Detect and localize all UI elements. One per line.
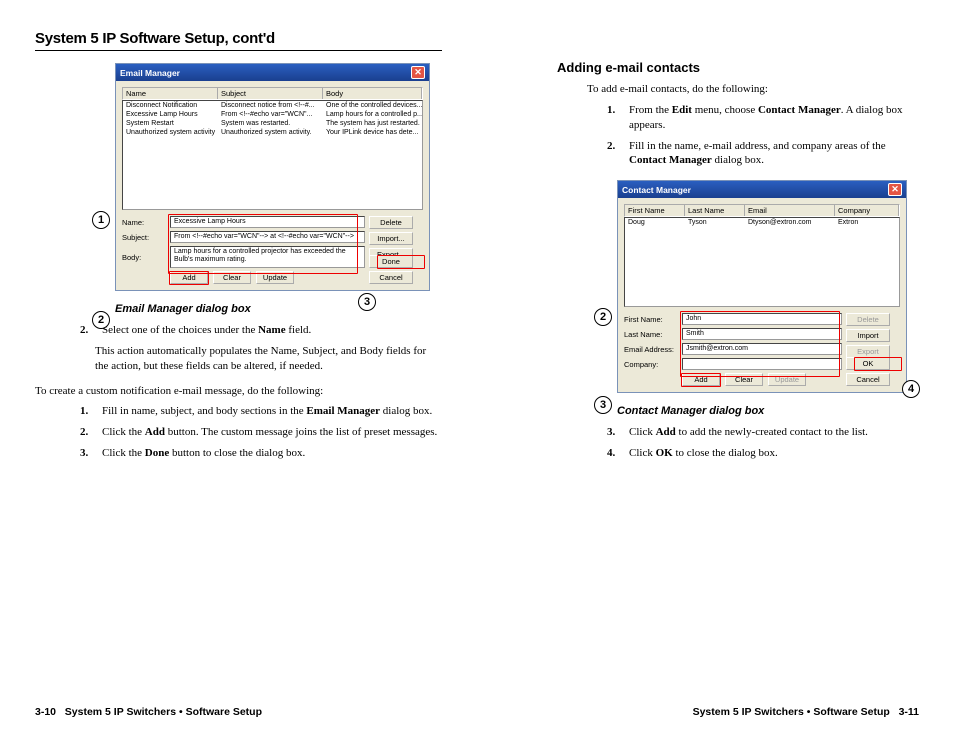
- col-body[interactable]: Body: [323, 88, 422, 99]
- dialog-title: Contact Manager: [622, 185, 691, 195]
- col-firstname[interactable]: First Name: [625, 205, 685, 216]
- delete-button[interactable]: Delete: [846, 313, 890, 326]
- email-manager-dialog: Email Manager ✕ Name Subject Body Discon…: [115, 63, 430, 291]
- col-company[interactable]: Company: [835, 205, 899, 216]
- callout-3: 3: [358, 293, 376, 311]
- page-title: System 5 IP Software Setup, cont'd: [35, 30, 442, 51]
- callout-1: 1: [92, 211, 110, 229]
- close-icon[interactable]: ✕: [411, 66, 425, 79]
- contact-manager-dialog: Contact Manager ✕ First Name Last Name E…: [617, 180, 907, 393]
- subject-label: Subject:: [122, 233, 170, 242]
- dialog-title: Email Manager: [120, 68, 180, 78]
- message-list[interactable]: Disconnect NotificationDisconnect notice…: [122, 100, 423, 210]
- list-row: DougTysonDtyson@extron.comExtron: [625, 218, 899, 227]
- section-header: Adding e-mail contacts: [557, 60, 919, 75]
- callout-4: 4: [902, 380, 920, 398]
- callout-2: 2: [92, 311, 110, 329]
- delete-button[interactable]: Delete: [369, 216, 413, 229]
- contact-list[interactable]: DougTysonDtyson@extron.comExtron: [624, 217, 900, 307]
- callout-2: 2: [594, 308, 612, 326]
- left-page: System 5 IP Software Setup, cont'd Email…: [0, 0, 477, 738]
- list-header: Name Subject Body: [122, 87, 423, 100]
- col-email[interactable]: Email: [745, 205, 835, 216]
- list-row: Disconnect NotificationDisconnect notice…: [123, 101, 422, 110]
- col-subject[interactable]: Subject: [218, 88, 323, 99]
- dialog-caption: Contact Manager dialog box: [617, 405, 919, 417]
- close-icon[interactable]: ✕: [888, 183, 902, 196]
- email-label: Email Address:: [624, 345, 682, 354]
- company-label: Company:: [624, 360, 682, 369]
- cancel-button[interactable]: Cancel: [846, 373, 890, 386]
- list-row: Unauthorized system activityUnauthorized…: [123, 128, 422, 137]
- dialog-titlebar: Email Manager ✕: [116, 64, 429, 81]
- cancel-button[interactable]: Cancel: [369, 271, 413, 284]
- name-label: Name:: [122, 218, 170, 227]
- col-name[interactable]: Name: [123, 88, 218, 99]
- import-button[interactable]: Import...: [369, 232, 413, 245]
- right-page: Adding e-mail contacts To add e-mail con…: [477, 0, 954, 738]
- body-label: Body:: [122, 253, 170, 262]
- firstname-label: First Name:: [624, 315, 682, 324]
- import-button[interactable]: Import: [846, 329, 890, 342]
- list-row: System RestartSystem was restarted.The s…: [123, 119, 422, 128]
- col-lastname[interactable]: Last Name: [685, 205, 745, 216]
- footer-left: 3-10 System 5 IP Switchers • Software Se…: [35, 706, 262, 718]
- callout-3: 3: [594, 396, 612, 414]
- lastname-label: Last Name:: [624, 330, 682, 339]
- list-row: Excessive Lamp HoursFrom <!--#echo var="…: [123, 110, 422, 119]
- footer-right: System 5 IP Switchers • Software Setup 3…: [693, 706, 919, 718]
- dialog-caption: Email Manager dialog box: [115, 303, 442, 315]
